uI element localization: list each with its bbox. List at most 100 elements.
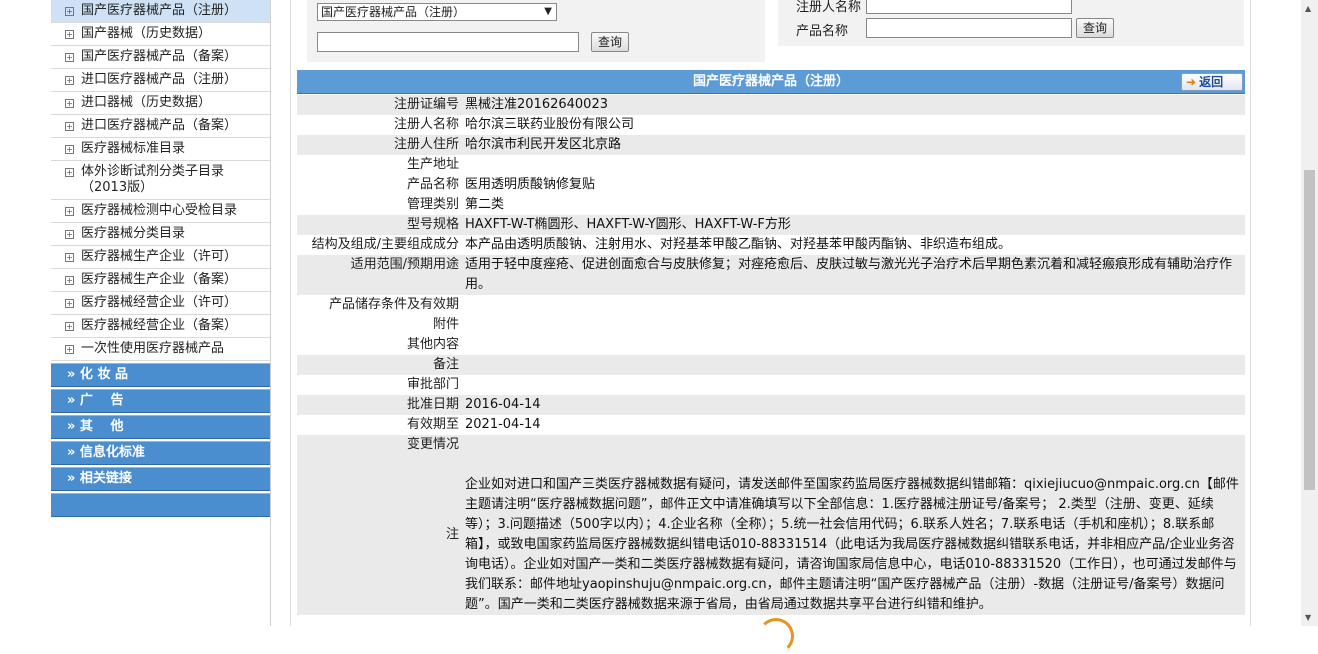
sidebar-item[interactable]: + 医疗器械检测中心受检目录	[51, 200, 270, 223]
field-value	[462, 335, 1245, 355]
field-label: 变更情况	[297, 435, 462, 455]
field-value: 2021-04-14	[465, 417, 541, 432]
category-select[interactable]: 国产医疗器械产品（注册） ▼	[317, 3, 557, 21]
sidebar-item[interactable]: + 医疗器械生产企业（备案）	[51, 269, 270, 292]
table-row: 型号规格 HAXFT-W-T椭圆形、HAXFT-W-Y圆形、HAXFT-W-F方形	[297, 215, 1245, 235]
expand-icon: +	[65, 30, 74, 39]
sidebar-item-label: 进口医疗器械产品（注册）	[81, 72, 238, 87]
sidebar-category[interactable]: » 化 妆 品	[51, 363, 270, 387]
table-row: 备注	[297, 355, 1245, 375]
sidebar-item[interactable]: + 体外诊断试剂分类子目录（2013版）	[51, 161, 270, 200]
advanced-search-panel: 注册人名称 产品名称 查询	[778, 0, 1244, 46]
expand-icon: +	[65, 345, 74, 354]
table-row: 有效期至 2021-04-14	[297, 415, 1245, 435]
field-label: 批准日期	[297, 395, 462, 415]
category-select-value: 国产医疗器械产品（注册）	[321, 5, 466, 19]
chevron-down-icon: ▼	[544, 6, 552, 17]
field-value: 哈尔滨三联药业股份有限公司	[465, 117, 635, 132]
sidebar-item[interactable]: + 国产医疗器械产品（备案）	[51, 46, 270, 69]
field-label: 其他内容	[406, 337, 459, 352]
expand-icon: +	[65, 145, 74, 154]
notice-text: 企业如对进口和国产三类医疗器械数据有疑问，请发送邮件至国家药监局医疗器械数据纠错…	[462, 455, 1245, 615]
sidebar-item[interactable]: + 进口器械（历史数据）	[51, 92, 270, 115]
sidebar-item-label: 国产器械（历史数据）	[81, 26, 212, 41]
search-panel: 国产医疗器械产品（注册） ▼ 查询	[307, 0, 765, 62]
scrollbar[interactable]: ▲ ▼	[1301, 0, 1318, 626]
scroll-up-icon[interactable]: ▲	[1305, 4, 1311, 13]
query-button[interactable]: 查询	[591, 32, 630, 52]
logo-icon	[758, 618, 794, 654]
field-value	[462, 355, 1245, 375]
sidebar-item-label: 医疗器械生产企业（备案）	[81, 272, 238, 287]
expand-icon: +	[65, 230, 74, 239]
sidebar-category[interactable]: » 其 他	[51, 415, 270, 439]
scrollbar-thumb[interactable]	[1304, 170, 1315, 490]
expand-icon: +	[65, 253, 74, 262]
sidebar-item-label: 医疗器械经营企业（备案）	[81, 318, 238, 333]
sidebar-item-label: 医疗器械检测中心受检目录	[81, 203, 238, 218]
table-row: 变更情况	[297, 435, 1245, 455]
arrow-right-icon: ➜	[1186, 75, 1197, 89]
notice-label: 注	[297, 455, 462, 615]
field-label: 注册人名称	[393, 117, 459, 132]
sidebar-item[interactable]: + 进口医疗器械产品（备案）	[51, 115, 270, 138]
expand-icon: +	[65, 76, 74, 85]
table-row: 附件	[297, 315, 1245, 335]
product-name-input[interactable]	[866, 18, 1072, 38]
sidebar-category-empty	[51, 493, 270, 517]
sidebar-item-label: 医疗器械经营企业（许可）	[81, 295, 238, 310]
expand-icon: +	[65, 122, 74, 131]
sidebar-item[interactable]: + 医疗器械分类目录	[51, 223, 270, 246]
field-label: 型号规格	[297, 215, 462, 235]
sidebar-item[interactable]: + 国产器械（历史数据）	[51, 23, 270, 46]
table-row: 批准日期 2016-04-14	[297, 395, 1245, 415]
sidebar-item[interactable]: + 进口医疗器械产品（注册）	[51, 69, 270, 92]
table-row: 产品名称 医用透明质酸钠修复贴	[297, 175, 1245, 195]
registrant-label: 注册人名称	[796, 0, 862, 15]
table-row: 结构及组成/主要组成成分 本产品由透明质酸钠、注射用水、对羟基苯甲酸乙酯钠、对羟基…	[297, 235, 1245, 255]
sidebar-item-label: 体外诊断试剂分类子目录（2013版）	[81, 164, 225, 195]
sidebar-item-label: 医疗器械分类目录	[81, 226, 186, 241]
sidebar-item-label: 进口医疗器械产品（备案）	[81, 118, 238, 133]
panel-title: 国产医疗器械产品（注册）	[692, 74, 849, 89]
sidebar-item[interactable]: + 医疗器械经营企业（备案）	[51, 315, 270, 338]
table-row: 产品储存条件及有效期	[297, 295, 1245, 315]
sidebar-item[interactable]: + 医疗器械生产企业（许可）	[51, 246, 270, 269]
field-label: 产品储存条件及有效期	[328, 297, 459, 312]
query-button-2[interactable]: 查询	[1076, 18, 1115, 38]
field-label: 产品名称	[406, 177, 459, 192]
field-label: 附件	[432, 317, 459, 332]
expand-icon: +	[65, 53, 74, 62]
sidebar-category[interactable]: » 信息化标准	[51, 441, 270, 465]
sidebar-item[interactable]: + 一次性使用医疗器械产品	[51, 338, 270, 361]
scroll-down-icon[interactable]: ▼	[1305, 613, 1311, 622]
back-button-label: 返回	[1199, 75, 1224, 89]
sidebar-item[interactable]: + 医疗器械标准目录	[51, 138, 270, 161]
table-row: 适用范围/预期用途 适用于轻中度痤疮、促进创面愈合与皮肤修复；对痤疮愈后、皮肤过敏…	[297, 255, 1245, 295]
sidebar-category[interactable]: » 相关链接	[51, 467, 270, 491]
expand-icon: +	[65, 207, 74, 216]
field-value: 2016-04-14	[462, 395, 1245, 415]
panel-header: 国产医疗器械产品（注册） ➜ 返回	[297, 70, 1245, 94]
field-value	[462, 435, 1245, 455]
field-label: 注册证编号	[297, 95, 462, 115]
field-value: HAXFT-W-T椭圆形、HAXFT-W-Y圆形、HAXFT-W-F方形	[462, 215, 1245, 235]
expand-icon: +	[65, 299, 74, 308]
sidebar-item[interactable]: + 国产医疗器械产品（注册）	[51, 0, 270, 23]
table-row: 注册人名称 哈尔滨三联药业股份有限公司	[297, 115, 1245, 135]
back-button[interactable]: ➜ 返回	[1181, 73, 1243, 91]
expand-icon: +	[65, 322, 74, 331]
divider	[1250, 0, 1251, 626]
sidebar-category[interactable]: » 广 告	[51, 389, 270, 413]
sidebar-item-label: 一次性使用医疗器械产品	[81, 341, 225, 356]
expand-icon: +	[65, 7, 74, 16]
search-input[interactable]	[317, 32, 579, 52]
field-label: 生产地址	[406, 157, 459, 172]
registrant-input[interactable]	[866, 0, 1072, 14]
sidebar-item[interactable]: + 医疗器械经营企业（许可）	[51, 292, 270, 315]
field-label: 审批部门	[406, 377, 459, 392]
sidebar: + 国产医疗器械产品（注册） + 国产器械（历史数据） + 国产医疗器械产品（备案） + 进口…	[51, 0, 271, 626]
field-value	[462, 295, 1245, 315]
field-value	[462, 315, 1245, 335]
table-row: 审批部门	[297, 375, 1245, 395]
